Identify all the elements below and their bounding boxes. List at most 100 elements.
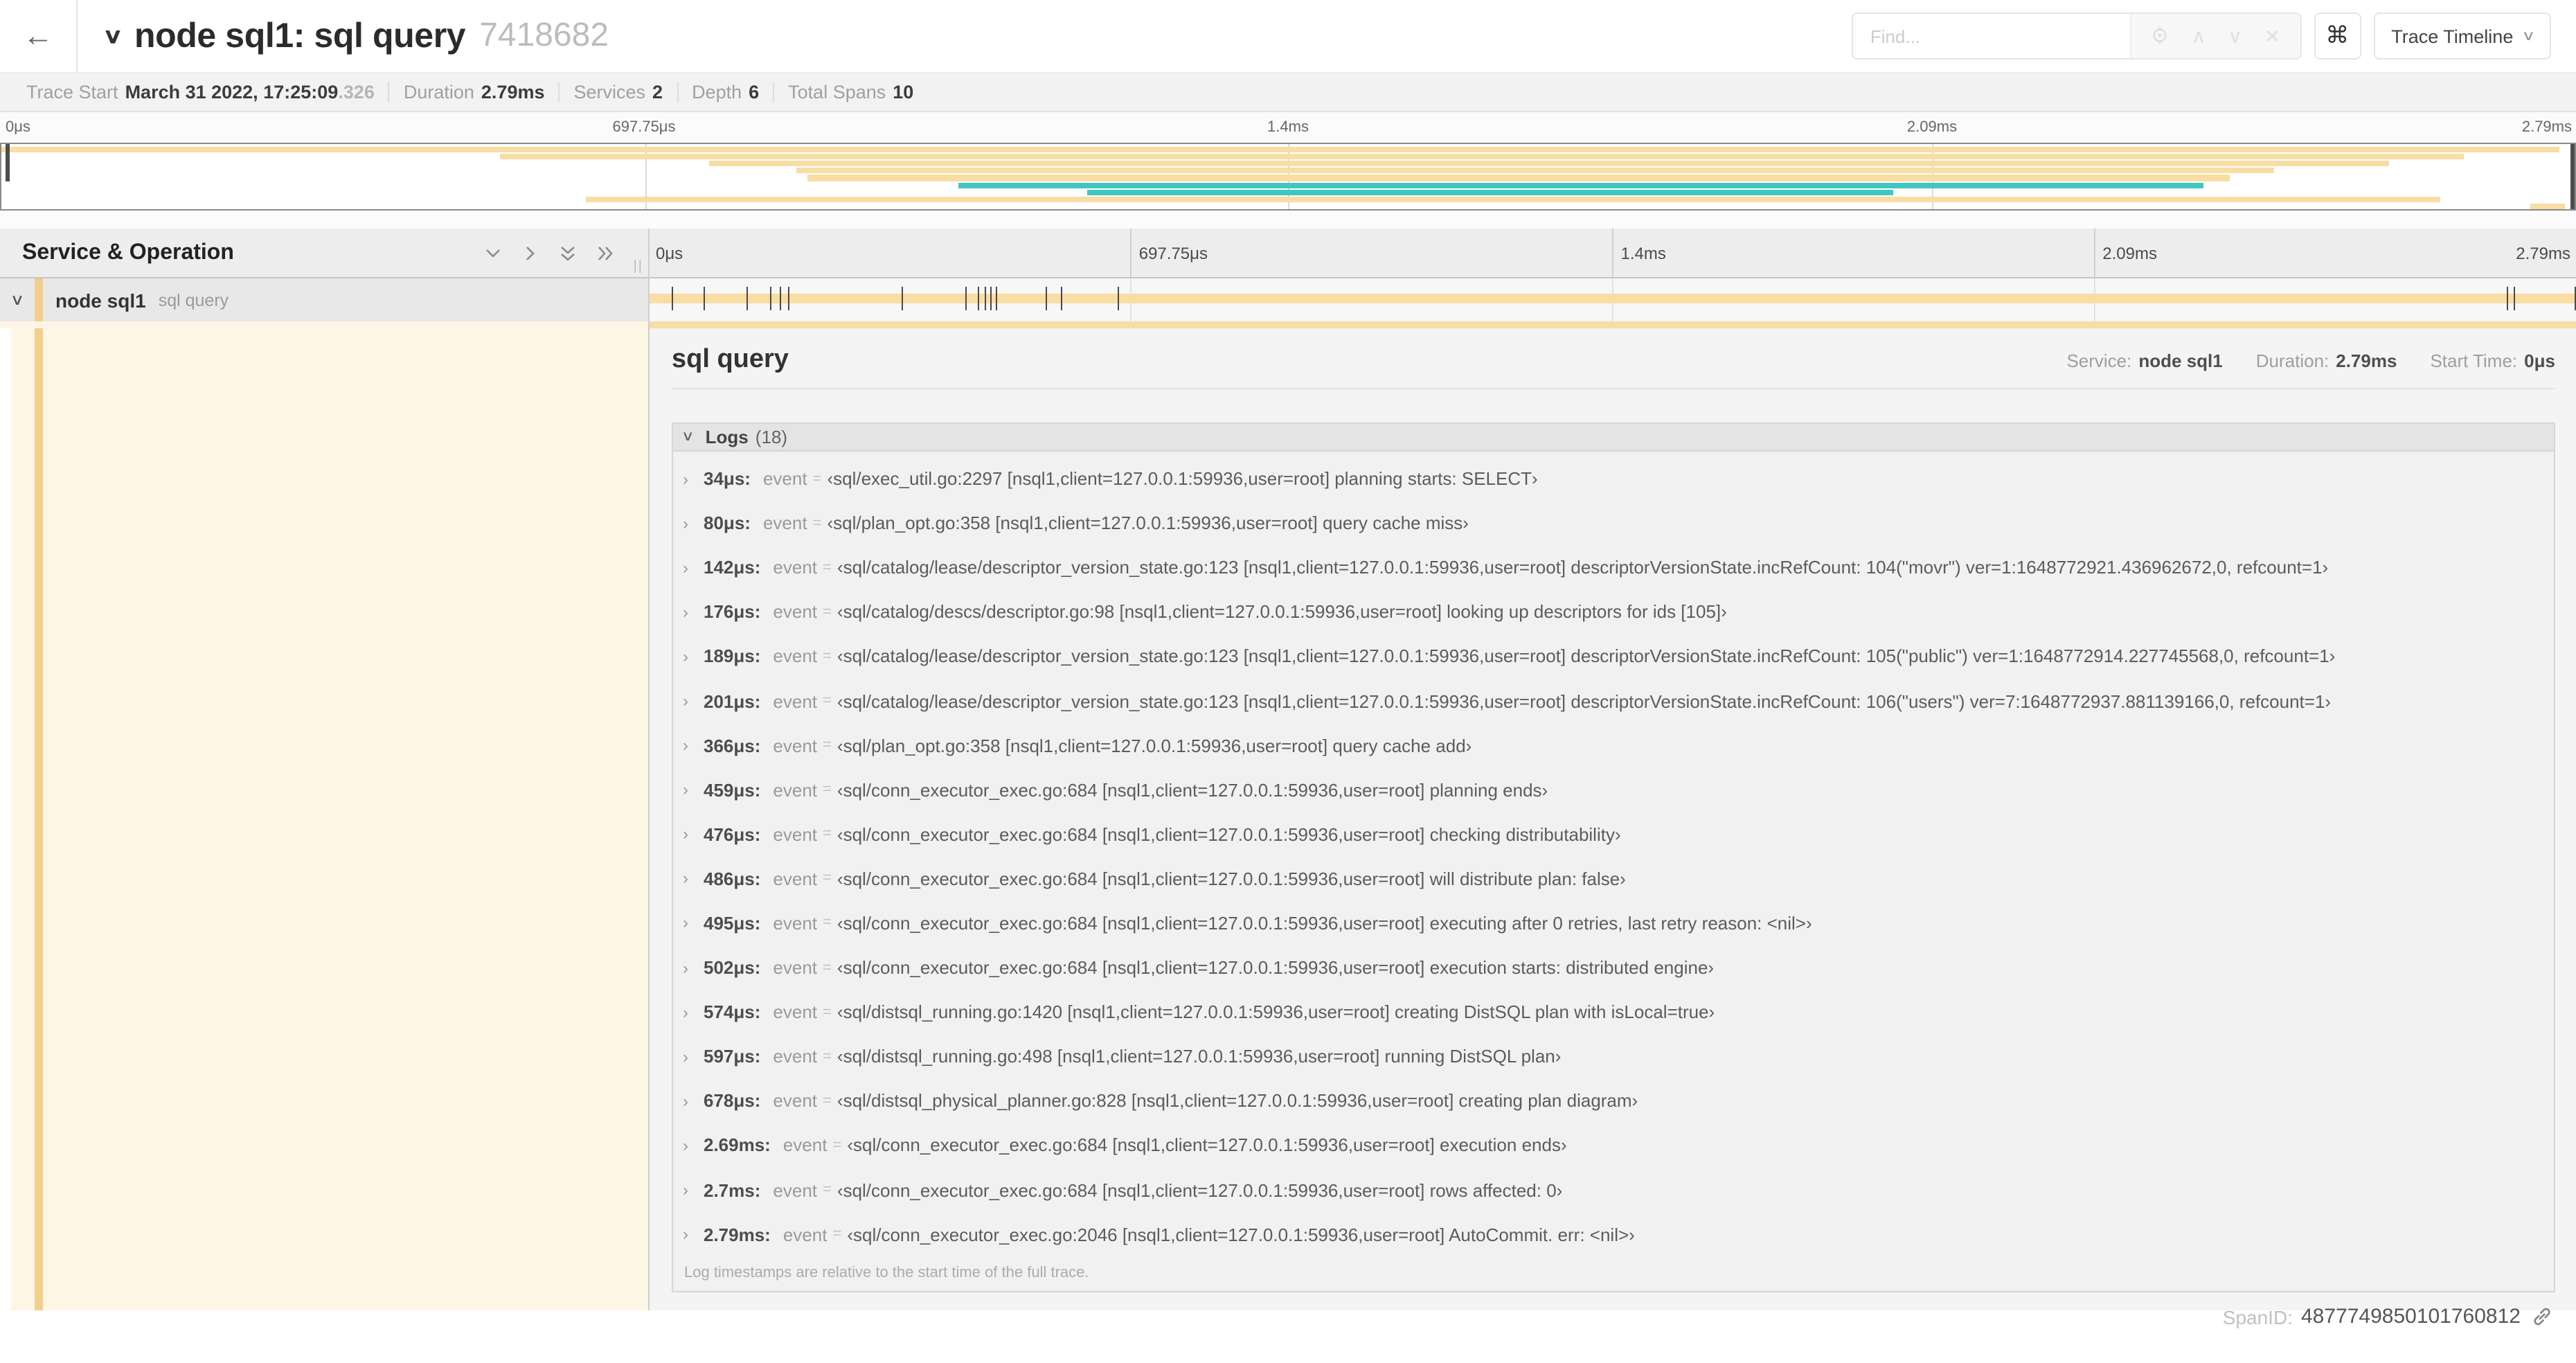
log-marker-tick[interactable] — [984, 287, 986, 310]
log-row[interactable]: › 459μs: event = ‹sql/conn_executor_exec.go:… — [673, 767, 2554, 812]
chevron-right-icon: › — [683, 469, 688, 489]
log-marker-tick[interactable] — [2574, 287, 2576, 310]
log-marker-tick[interactable] — [995, 287, 997, 310]
chevron-right-icon: › — [683, 646, 688, 666]
timeline-minimap: 0μs 697.75μs 1.4ms 2.09ms 2.79ms — [0, 112, 2576, 229]
logs-header[interactable]: ∨ Logs (18) — [673, 423, 2554, 451]
minimap-canvas[interactable] — [0, 143, 2576, 211]
log-row[interactable]: › 476μs: event = ‹sql/conn_executor_exec.go:… — [673, 812, 2554, 857]
expand-one-icon[interactable] — [520, 243, 539, 262]
chevron-right-icon: › — [683, 868, 688, 889]
span-meta-item: Duration: 2.79ms — [2235, 350, 2397, 371]
log-marker-tick[interactable] — [672, 287, 674, 310]
column-resize-handle[interactable]: || — [634, 259, 643, 274]
collapse-one-icon[interactable] — [483, 243, 502, 262]
minimap-drag-handle-left[interactable] — [6, 144, 10, 182]
minimap-span-bar — [1, 146, 2559, 152]
span-row-name-cell[interactable]: ∨ node sql1 sql query — [0, 278, 649, 321]
log-marker-tick[interactable] — [1117, 287, 1119, 310]
chevron-down-icon[interactable]: ∨ — [102, 24, 123, 48]
chevron-down-icon: ∨ — [2521, 28, 2535, 44]
next-result-icon[interactable]: ∨ — [2228, 26, 2242, 46]
span-meta: Service: node sql1 Duration: 2.79ms Start Ti… — [2066, 350, 2555, 371]
log-row[interactable]: › 2.79ms: event = ‹sql/conn_executor_exec.go… — [673, 1212, 2554, 1256]
logs-note: Log timestamps are relative to the start… — [684, 1265, 1089, 1282]
log-marker-tick[interactable] — [787, 287, 789, 310]
minimap-drag-handle-right[interactable] — [2570, 144, 2575, 209]
collapse-all-icon[interactable] — [557, 243, 577, 262]
logs-list: › 34μs: event = ‹sql/exec_util.go:2297 [nsql… — [673, 451, 2554, 1256]
span-row-timeline-cell[interactable] — [649, 278, 2576, 321]
ruler-cell: 0μs — [656, 243, 683, 262]
ruler-cell: 1.4ms — [1612, 229, 2095, 277]
log-marker-tick[interactable] — [746, 287, 749, 310]
log-marker-tick[interactable] — [1061, 287, 1063, 310]
minimap-span-bar — [585, 196, 2441, 203]
find-icon-group: ∧ ∨ ✕ — [2130, 14, 2300, 58]
log-marker-tick[interactable] — [779, 287, 781, 310]
minimap-span-bar — [796, 168, 2274, 174]
log-row[interactable]: › 189μs: event = ‹sql/catalog/lease/descript… — [673, 634, 2554, 679]
chevron-right-icon: › — [683, 780, 688, 800]
log-marker-tick[interactable] — [2507, 287, 2509, 310]
minimap-span-bar — [708, 160, 2390, 167]
log-row[interactable]: › 34μs: event = ‹sql/exec_util.go:2297 [nsql… — [673, 456, 2554, 501]
chevron-down-icon: ∨ — [681, 429, 695, 444]
chevron-right-icon: › — [683, 691, 688, 711]
span-operation-title: sql query — [672, 344, 789, 373]
minimap-span-bar — [1087, 189, 1893, 195]
log-marker-tick[interactable] — [1045, 287, 1047, 310]
trace-summary-bar: Trace Start March 31 2022, 17:25:09.326 Du… — [0, 73, 2576, 112]
prev-result-icon[interactable]: ∧ — [2192, 26, 2206, 46]
log-row[interactable]: › 597μs: event = ‹sql/distsql_running.go:498… — [673, 1034, 2554, 1078]
log-row[interactable]: › 366μs: event = ‹sql/plan_opt.go:358 [nsql1… — [673, 723, 2554, 767]
log-row[interactable]: › 176μs: event = ‹sql/catalog/descs/descript… — [673, 590, 2554, 634]
timeline-grid-header: Service & Operation || 0μs 697.75μs 1.4ms 2… — [0, 229, 2576, 278]
find-input[interactable] — [1853, 14, 2131, 58]
log-marker-tick[interactable] — [965, 287, 967, 310]
chevron-right-icon: › — [683, 602, 688, 622]
service-operation-title: Service & Operation — [22, 240, 234, 264]
clear-search-icon[interactable]: ✕ — [2264, 26, 2280, 46]
log-marker-tick[interactable] — [770, 287, 772, 310]
timeline-ruler: 0μs 697.75μs 1.4ms 2.09ms 2.79ms — [649, 229, 2576, 278]
log-marker-tick[interactable] — [990, 287, 992, 310]
log-row[interactable]: › 574μs: event = ‹sql/distsql_running.go:142… — [673, 990, 2554, 1034]
log-row[interactable]: › 80μs: event = ‹sql/plan_opt.go:358 [nsql1,… — [673, 501, 2554, 545]
log-marker-tick[interactable] — [977, 287, 979, 310]
summary-item: Depth 6 — [677, 82, 773, 103]
keyboard-shortcuts-button[interactable]: ⌘ — [2314, 12, 2361, 60]
ruler-tick-label: 697.75μs — [612, 119, 676, 136]
find-group: ∧ ∨ ✕ — [1852, 12, 2302, 60]
log-row[interactable]: › 142μs: event = ‹sql/catalog/lease/descript… — [673, 545, 2554, 589]
log-row[interactable]: › 2.7ms: event = ‹sql/conn_executor_exec.go:… — [673, 1168, 2554, 1212]
detail-accent-strip — [0, 321, 2576, 328]
span-meta-item: Start Time: 0μs — [2409, 350, 2555, 371]
log-row[interactable]: › 678μs: event = ‹sql/distsql_physical_plann… — [673, 1079, 2554, 1123]
log-row[interactable]: › 502μs: event = ‹sql/conn_executor_exec.go:… — [673, 945, 2554, 990]
log-row[interactable]: › 495μs: event = ‹sql/conn_executor_exec.go:… — [673, 901, 2554, 945]
chevron-right-icon: › — [683, 1224, 688, 1245]
back-button[interactable]: ← — [0, 0, 78, 72]
log-row[interactable]: › 486μs: event = ‹sql/conn_executor_exec.go:… — [673, 857, 2554, 901]
span-row[interactable]: ∨ node sql1 sql query — [0, 278, 2576, 321]
ruler-tick-label: 0μs — [6, 119, 30, 136]
locate-icon[interactable] — [2152, 26, 2170, 46]
log-marker-tick[interactable] — [902, 287, 904, 310]
minimap-span-bar — [958, 182, 2204, 188]
view-selector-button[interactable]: Trace Timeline ∨ — [2373, 12, 2551, 60]
tree-left-column — [0, 328, 649, 1310]
minimap-ruler: 0μs 697.75μs 1.4ms 2.09ms 2.79ms — [0, 112, 2576, 143]
log-row[interactable]: › 2.69ms: event = ‹sql/conn_executor_exec.go… — [673, 1123, 2554, 1168]
span-duration-bar[interactable] — [649, 294, 2576, 303]
expand-all-icon[interactable] — [595, 243, 614, 262]
command-icon: ⌘ — [2325, 22, 2350, 48]
log-marker-tick[interactable] — [2514, 287, 2516, 310]
log-marker-tick[interactable] — [704, 287, 706, 310]
link-icon[interactable] — [2532, 1306, 2552, 1327]
detail-row-indent — [11, 328, 647, 1310]
back-arrow-icon: ← — [23, 18, 53, 53]
log-row[interactable]: › 201μs: event = ‹sql/catalog/lease/descript… — [673, 679, 2554, 723]
chevron-down-icon[interactable]: ∨ — [0, 291, 40, 309]
span-detail-panel: sql query Service: node sql1 Duration: 2.79… — [649, 328, 2576, 1328]
